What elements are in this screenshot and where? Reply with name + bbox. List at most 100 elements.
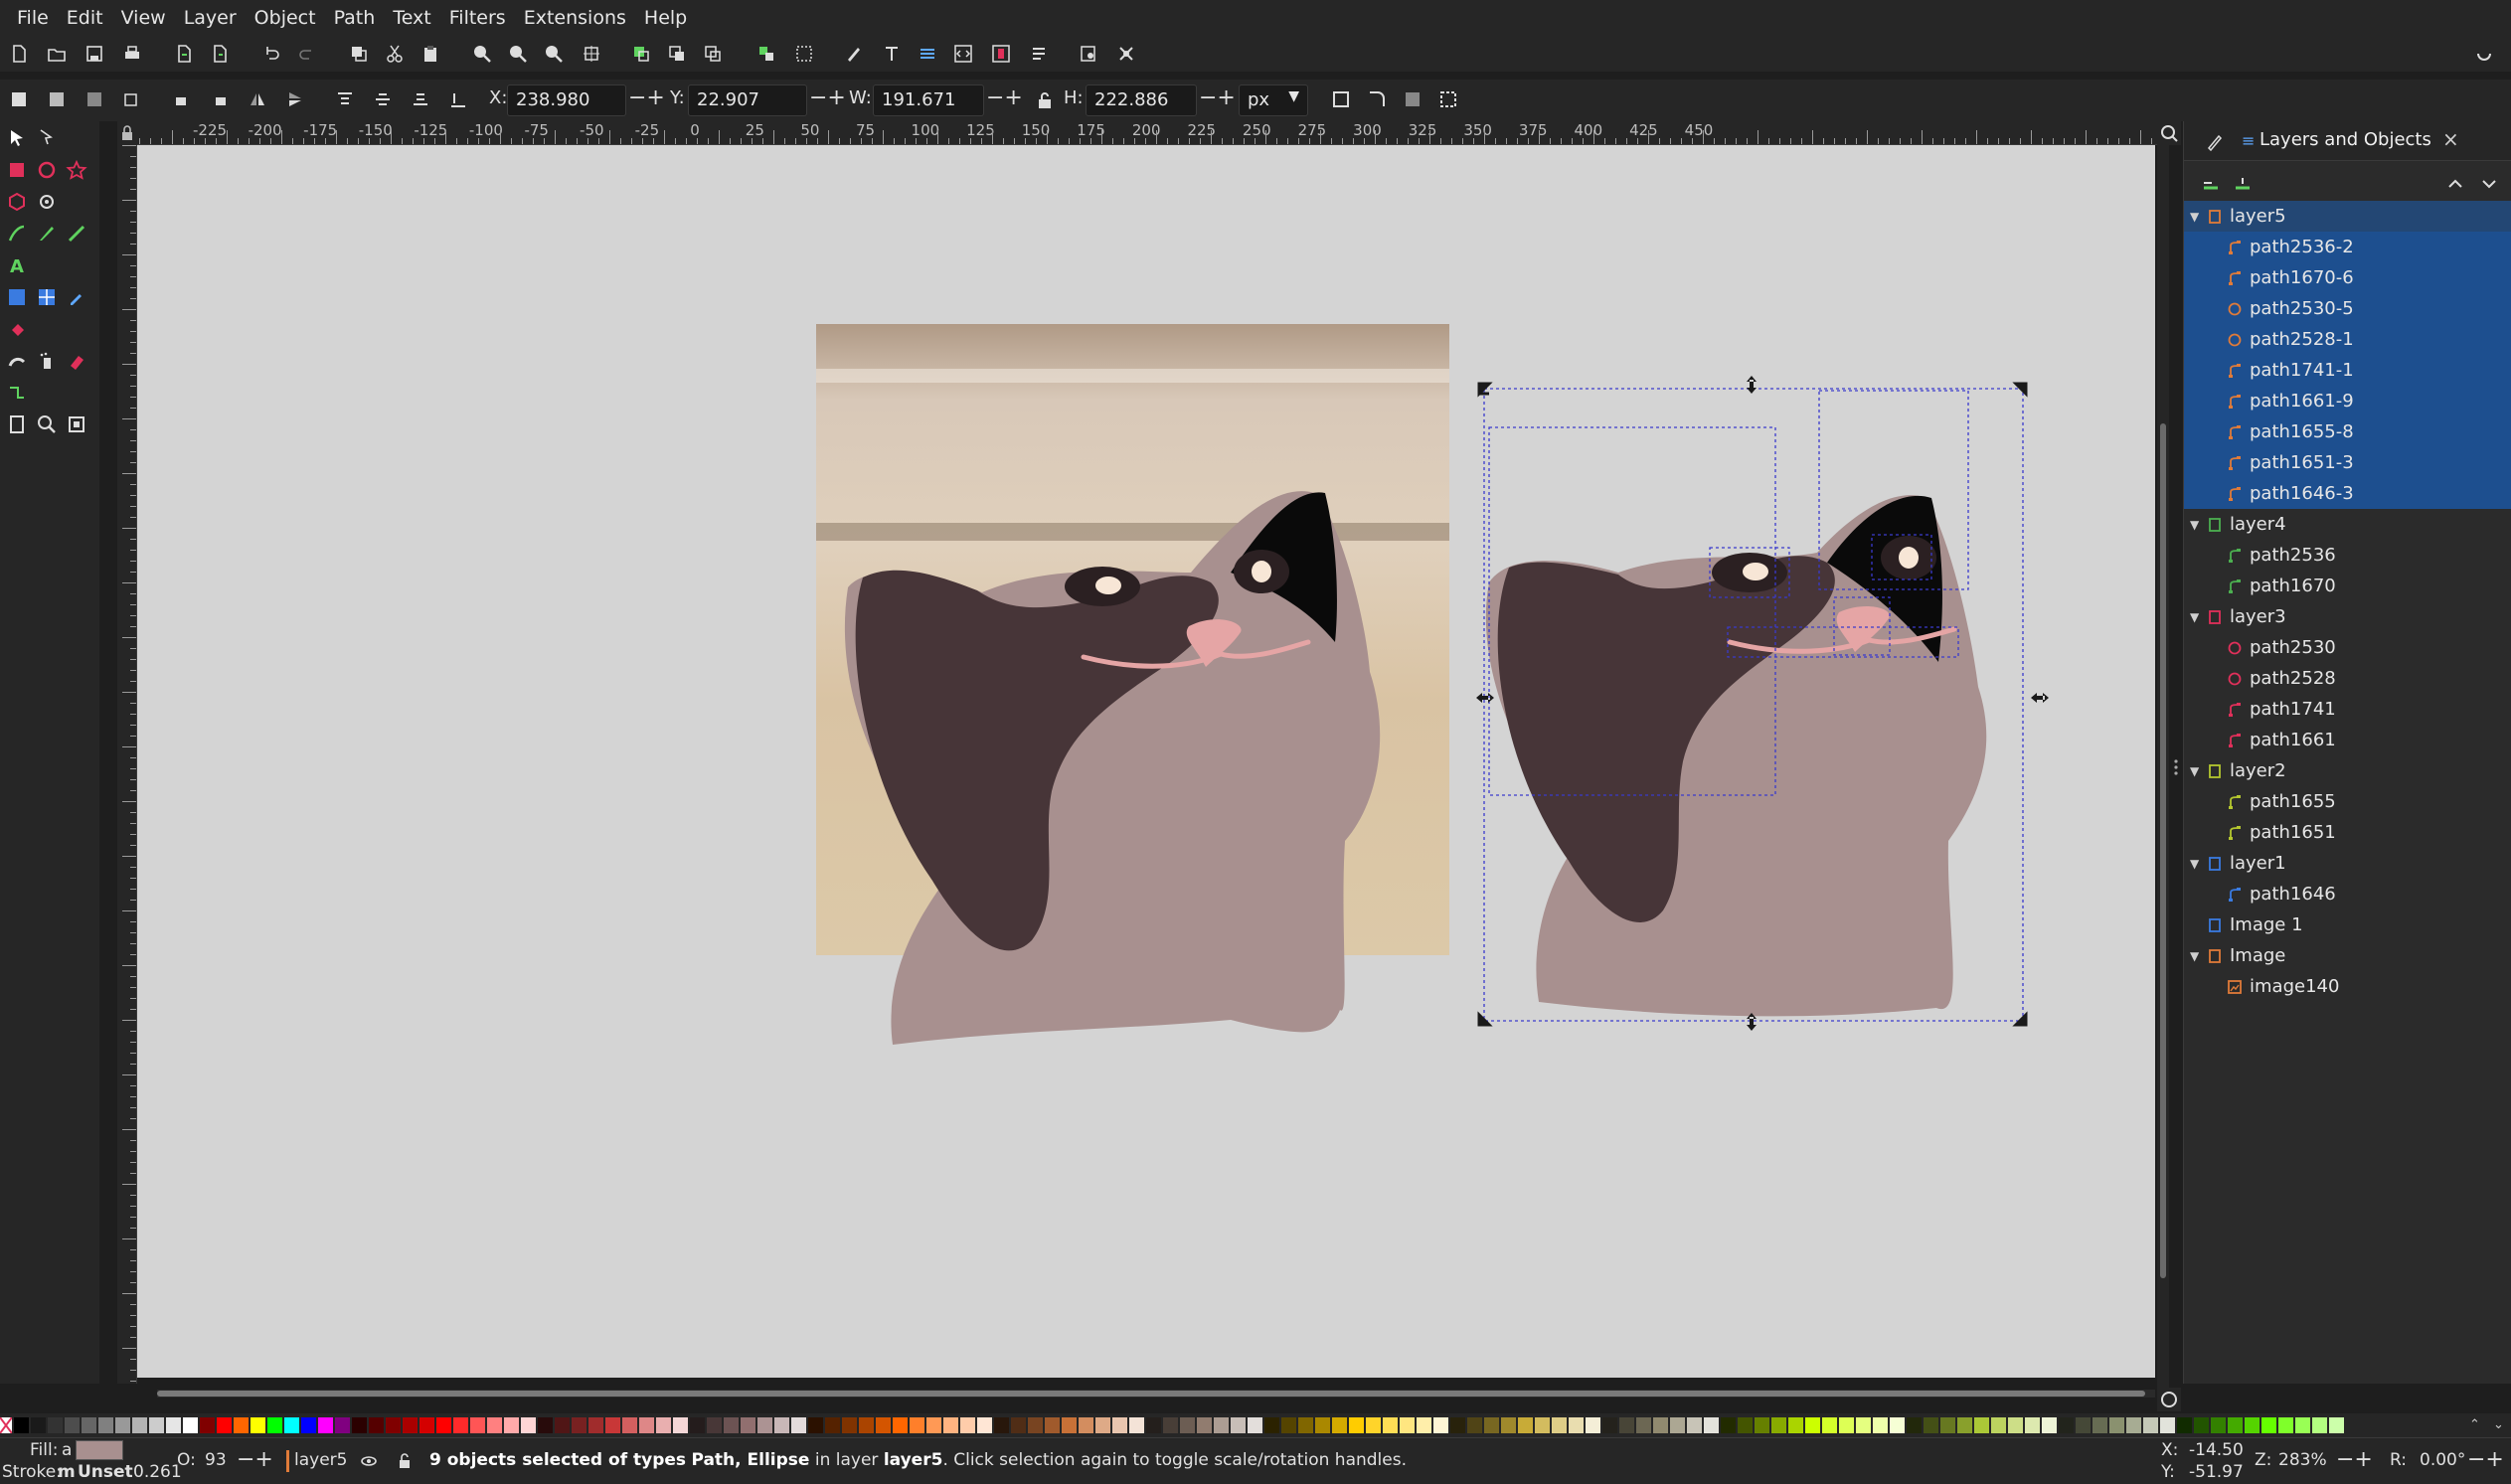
palette-swatch[interactable] xyxy=(673,1417,688,1433)
object-row[interactable]: path1651 xyxy=(2184,817,2511,848)
cut-icon[interactable] xyxy=(384,43,406,65)
palette-swatch[interactable] xyxy=(1890,1417,1905,1433)
zoom-drawing-icon[interactable] xyxy=(507,43,529,65)
expand-toggle-icon[interactable]: ▼ xyxy=(2190,857,2206,871)
measure-tool-icon[interactable] xyxy=(64,412,89,437)
zoom-value[interactable]: 283% xyxy=(2278,1450,2327,1470)
palette-swatch[interactable] xyxy=(808,1417,823,1433)
palette-swatch[interactable] xyxy=(825,1417,840,1433)
connector-tool-icon[interactable] xyxy=(4,380,30,406)
menu-object[interactable]: Object xyxy=(246,0,325,36)
horizontal-ruler[interactable]: -225 -200 -175 -150 -125 -100 -75 -50 -25 0 25 50 75… xyxy=(117,121,2157,145)
palette-swatch[interactable] xyxy=(774,1417,789,1433)
object-row[interactable]: path1651-3 xyxy=(2184,447,2511,478)
copy-icon[interactable] xyxy=(348,43,370,65)
palette-swatch[interactable] xyxy=(1873,1417,1888,1433)
group-icon[interactable] xyxy=(755,43,777,65)
palette-swatch[interactable] xyxy=(2211,1417,2226,1433)
palette-swatch[interactable] xyxy=(1771,1417,1786,1433)
palette-swatch[interactable] xyxy=(1856,1417,1871,1433)
drawing-area[interactable] xyxy=(137,145,2155,1378)
palette-swatch[interactable] xyxy=(2143,1417,2158,1433)
palette-swatch[interactable] xyxy=(1450,1417,1465,1433)
tweak-tool-icon[interactable] xyxy=(4,348,30,374)
palette-swatch[interactable] xyxy=(1484,1417,1499,1433)
palette-swatch[interactable] xyxy=(1805,1417,1820,1433)
palette-swatch[interactable] xyxy=(1552,1417,1567,1433)
document-properties-icon[interactable] xyxy=(1078,43,1099,65)
palette-swatch[interactable] xyxy=(335,1417,350,1433)
canvas[interactable] xyxy=(137,145,2155,1378)
dropper-tool-icon[interactable] xyxy=(64,284,89,310)
palette-swatch[interactable] xyxy=(470,1417,485,1433)
palette-swatch[interactable] xyxy=(910,1417,924,1433)
zoom-center-icon[interactable] xyxy=(581,43,602,65)
x-stepper[interactable]: −+ xyxy=(628,87,665,109)
flip-vertical-icon[interactable] xyxy=(284,88,306,110)
transform-patterns-icon[interactable] xyxy=(1437,88,1459,110)
select-all-layers-icon[interactable] xyxy=(46,88,68,110)
palette-swatch[interactable] xyxy=(1653,1417,1668,1433)
palette-swatch[interactable] xyxy=(842,1417,857,1433)
lower-icon[interactable] xyxy=(410,88,431,110)
palette-swatch[interactable] xyxy=(994,1417,1009,1433)
layer-row[interactable]: ▼ layer2 xyxy=(2184,755,2511,786)
palette-swatch[interactable] xyxy=(1383,1417,1398,1433)
palette-swatch[interactable] xyxy=(453,1417,468,1433)
palette-swatch[interactable] xyxy=(1839,1417,1854,1433)
palette-swatch[interactable] xyxy=(1670,1417,1685,1433)
paste-icon[interactable] xyxy=(419,43,441,65)
unlink-clone-icon[interactable] xyxy=(702,43,724,65)
menu-filters[interactable]: Filters xyxy=(440,0,515,36)
object-row[interactable]: path2536-2 xyxy=(2184,232,2511,262)
horizontal-scrollbar[interactable] xyxy=(157,1390,2155,1398)
palette-swatch[interactable] xyxy=(166,1417,181,1433)
menu-help[interactable]: Help xyxy=(635,0,696,36)
touch-select-icon[interactable] xyxy=(121,88,143,110)
move-down-icon[interactable] xyxy=(2478,173,2500,195)
select-all-icon[interactable] xyxy=(8,88,30,110)
palette-swatch[interactable] xyxy=(487,1417,502,1433)
palette-swatch[interactable] xyxy=(791,1417,806,1433)
palette-swatch[interactable] xyxy=(1281,1417,1296,1433)
expand-toggle-icon[interactable]: ▼ xyxy=(2190,764,2206,778)
palette-swatch[interactable] xyxy=(1129,1417,1144,1433)
cat-drawing-right[interactable] xyxy=(1476,376,2049,1031)
palette-swatch[interactable] xyxy=(1957,1417,1972,1433)
palette-swatch[interactable] xyxy=(1028,1417,1043,1433)
palette-swatch[interactable] xyxy=(876,1417,891,1433)
layer-row[interactable]: ▼ layer5 xyxy=(2184,201,2511,232)
palette-swatch[interactable] xyxy=(2261,1417,2276,1433)
palette-swatch[interactable] xyxy=(1417,1417,1431,1433)
current-layer[interactable]: layer5 xyxy=(294,1450,347,1470)
palette-swatch[interactable] xyxy=(572,1417,586,1433)
palette-swatch[interactable] xyxy=(183,1417,198,1433)
palette-swatch[interactable] xyxy=(2126,1417,2141,1433)
align-distribute-icon[interactable] xyxy=(990,43,1012,65)
palette-swatch[interactable] xyxy=(2245,1417,2260,1433)
raise-icon[interactable] xyxy=(372,88,394,110)
clone-icon[interactable] xyxy=(666,43,688,65)
spray-tool-icon[interactable] xyxy=(34,348,60,374)
lower-bottom-icon[interactable] xyxy=(447,88,469,110)
palette-swatch[interactable] xyxy=(588,1417,603,1433)
cat-drawing-left[interactable] xyxy=(844,491,1381,1045)
palette-swatch[interactable] xyxy=(352,1417,367,1433)
palette-swatch[interactable] xyxy=(859,1417,874,1433)
box3d-tool-icon[interactable] xyxy=(4,189,30,215)
rectangle-tool-icon[interactable] xyxy=(4,157,30,183)
fill-stroke-icon[interactable] xyxy=(843,43,865,65)
palette-swatch[interactable] xyxy=(2177,1417,2192,1433)
palette-swatch[interactable] xyxy=(943,1417,958,1433)
palette-swatch[interactable] xyxy=(115,1417,130,1433)
palette-swatch[interactable] xyxy=(1062,1417,1077,1433)
menu-edit[interactable]: Edit xyxy=(58,0,112,36)
pencil-tool-icon[interactable] xyxy=(34,221,60,247)
palette-swatch[interactable] xyxy=(690,1417,705,1433)
palette-swatch[interactable] xyxy=(149,1417,164,1433)
calligraphy-tool-icon[interactable] xyxy=(64,221,89,247)
opacity-value[interactable]: 93 xyxy=(205,1450,227,1470)
palette-swatch[interactable] xyxy=(1433,1417,1448,1433)
palette-swatch[interactable] xyxy=(132,1417,147,1433)
palette-swatch[interactable] xyxy=(2059,1417,2074,1433)
